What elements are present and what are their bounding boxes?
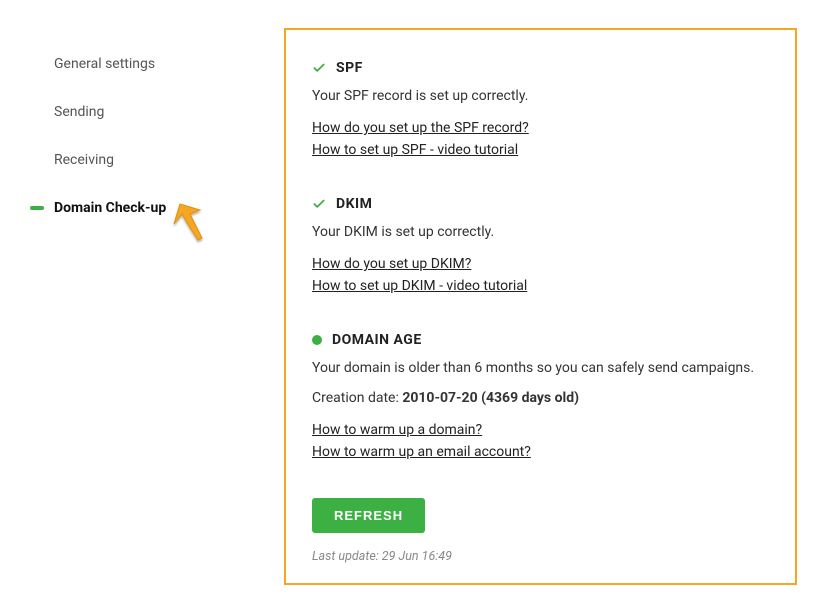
domain-age-title: DOMAIN AGE bbox=[332, 332, 422, 348]
sidebar-item-general-settings[interactable]: General settings bbox=[30, 40, 264, 88]
spf-desc: Your SPF record is set up correctly. bbox=[312, 88, 769, 104]
sidebar-item-domain-check-up[interactable]: Domain Check-up bbox=[30, 184, 264, 232]
check-icon bbox=[312, 61, 326, 75]
dkim-help-link-setup[interactable]: How do you set up DKIM? bbox=[312, 256, 471, 272]
dkim-desc: Your DKIM is set up correctly. bbox=[312, 224, 769, 240]
warmup-email-link[interactable]: How to warm up an email account? bbox=[312, 444, 531, 460]
dkim-help-link-video[interactable]: How to set up DKIM - video tutorial bbox=[312, 278, 527, 294]
status-dot-icon bbox=[312, 335, 322, 345]
domain-age-desc: Your domain is older than 6 months so yo… bbox=[312, 360, 769, 406]
sidebar-item-sending[interactable]: Sending bbox=[30, 88, 264, 136]
domain-age-text: Your domain is older than 6 months so yo… bbox=[312, 360, 754, 376]
spf-help-link-video[interactable]: How to set up SPF - video tutorial bbox=[312, 142, 518, 158]
creation-date-value: 2010-07-20 (4369 days old) bbox=[402, 390, 579, 406]
domain-checkup-panel: SPF Your SPF record is set up correctly.… bbox=[284, 28, 797, 585]
dkim-title: DKIM bbox=[336, 196, 372, 212]
sidebar-item-receiving[interactable]: Receiving bbox=[30, 136, 264, 184]
spf-title: SPF bbox=[336, 60, 363, 76]
dkim-section: DKIM Your DKIM is set up correctly. How … bbox=[312, 196, 769, 294]
last-update-text: Last update: 29 Jun 16:49 bbox=[312, 549, 769, 564]
sidebar: General settings Sending Receiving Domai… bbox=[0, 0, 284, 595]
refresh-button[interactable]: REFRESH bbox=[312, 498, 425, 533]
spf-help-link-setup[interactable]: How do you set up the SPF record? bbox=[312, 120, 529, 136]
creation-date-label: Creation date: bbox=[312, 390, 402, 406]
footer-area: REFRESH Last update: 29 Jun 16:49 bbox=[312, 498, 769, 564]
domain-age-section: DOMAIN AGE Your domain is older than 6 m… bbox=[312, 332, 769, 460]
spf-section: SPF Your SPF record is set up correctly.… bbox=[312, 60, 769, 158]
warmup-domain-link[interactable]: How to warm up a domain? bbox=[312, 422, 482, 438]
check-icon bbox=[312, 197, 326, 211]
